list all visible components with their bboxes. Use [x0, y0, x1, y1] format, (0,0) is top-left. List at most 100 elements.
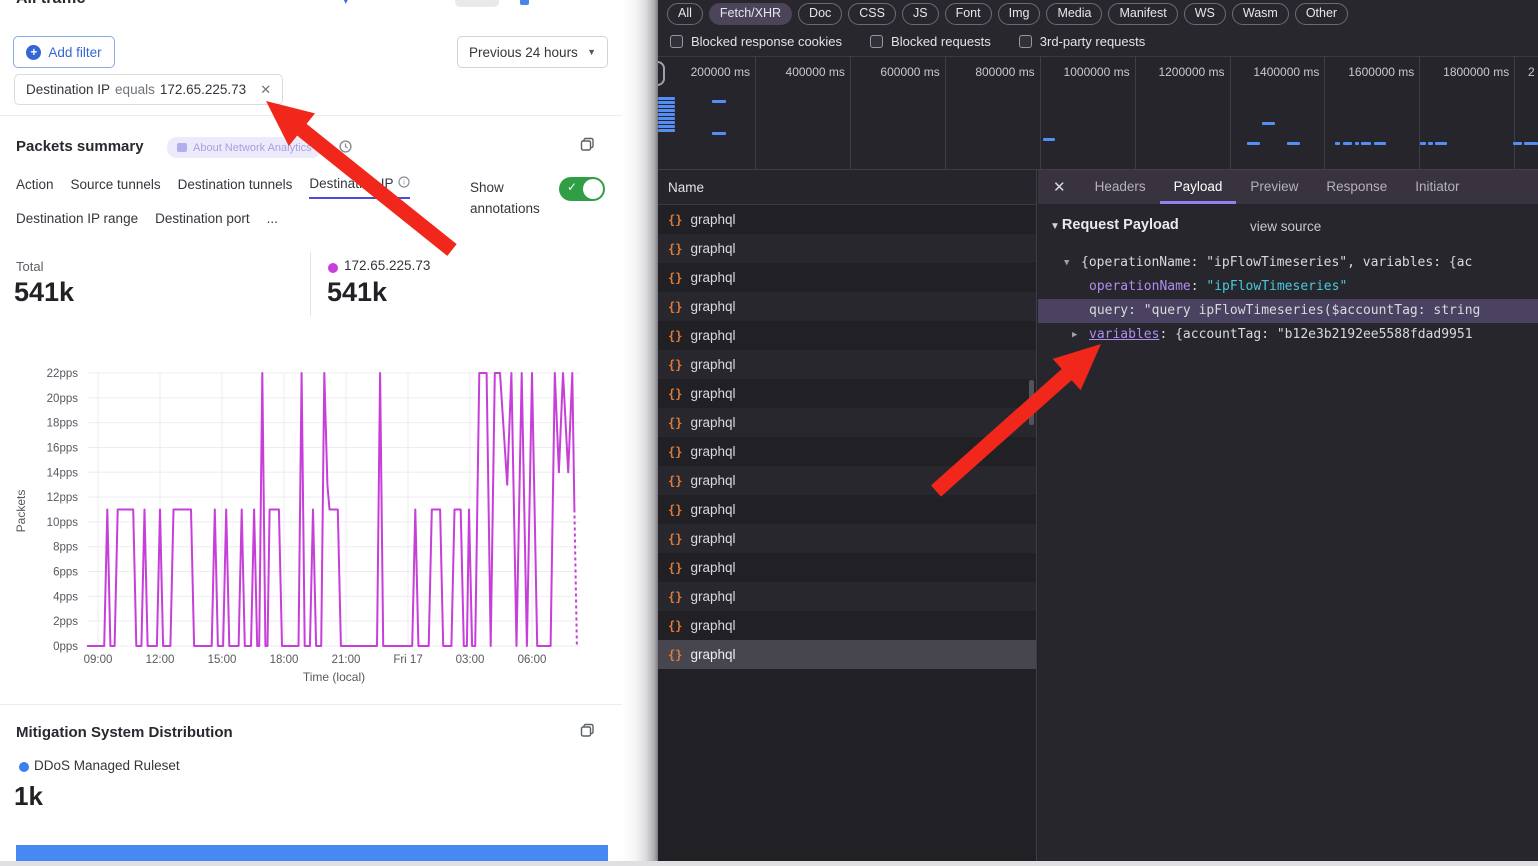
filter-pill-ws[interactable]: WS [1184, 3, 1226, 25]
svg-text:16pps: 16pps [47, 442, 79, 454]
total-label: Total [16, 259, 43, 274]
request-payload-header[interactable]: ▼Request Payload [1050, 217, 1179, 233]
filter-pill-css[interactable]: CSS [848, 3, 896, 25]
filter-pill-js[interactable]: JS [902, 3, 939, 25]
detail-tab-initiator[interactable]: Initiator [1401, 170, 1473, 204]
filter-pill-wasm[interactable]: Wasm [1232, 3, 1289, 25]
filter-pill-all[interactable]: All [667, 3, 703, 25]
show-annotations-toggle[interactable]: ✓ [559, 177, 605, 201]
request-row[interactable]: {}graphql [658, 205, 1036, 234]
svg-text:Fri 17: Fri 17 [393, 654, 422, 666]
filter-pill-img[interactable]: Img [998, 3, 1041, 25]
checkbox-3rd-party-requests[interactable]: 3rd-party requests [1019, 34, 1146, 49]
request-row[interactable]: {}graphql [658, 524, 1036, 553]
tab-action[interactable]: Action [16, 176, 54, 199]
request-timing-bar [1287, 142, 1300, 145]
detail-tab-response[interactable]: Response [1312, 170, 1401, 204]
request-timing-bar [658, 105, 675, 108]
svg-text:12:00: 12:00 [146, 654, 175, 666]
network-timeline-overview[interactable]: 200000 ms400000 ms600000 ms800000 ms1000… [658, 57, 1538, 170]
request-row[interactable]: {}graphql [658, 553, 1036, 582]
tab-destination-port[interactable]: Destination port [155, 211, 250, 232]
legend-dot [19, 762, 29, 772]
tab-label: Destination tunnels [178, 177, 293, 192]
filter-pill-media[interactable]: Media [1046, 3, 1102, 25]
request-name: graphql [690, 473, 735, 488]
json-braces-icon: {} [668, 474, 682, 488]
divider [310, 252, 311, 316]
series-dot [328, 263, 338, 273]
request-timing-bar [1247, 142, 1260, 145]
about-network-analytics-badge[interactable]: About Network Analytics [167, 137, 322, 158]
request-timing-bar [658, 101, 675, 104]
request-row[interactable]: {}graphql [658, 408, 1036, 437]
request-list-column: Name {}graphql{}graphql{}graphql{}graphq… [658, 170, 1037, 861]
devtools-panel: All Fetch/XHR Doc CSS JS Font ImgMedia Manifest… [658, 0, 1538, 866]
request-type-filters: All Fetch/XHR Doc CSS JS Font ImgMedia Manifest… [667, 3, 1348, 25]
chevron-down-icon: ▾ [343, 0, 349, 7]
request-row[interactable]: {}graphql [658, 495, 1036, 524]
tab-destination-tunnels[interactable]: Destination tunnels [178, 176, 293, 199]
detail-tab-payload[interactable]: Payload [1160, 170, 1237, 204]
tab-source-tunnels[interactable]: Source tunnels [71, 176, 161, 199]
request-row[interactable]: {}graphql [658, 234, 1036, 263]
request-row[interactable]: {}graphql [658, 321, 1036, 350]
tab-label: Source tunnels [71, 177, 161, 192]
checkbox-blocked-response-cookies[interactable]: Blocked response cookies [670, 34, 842, 49]
expand-right-icon[interactable]: ▶ [1072, 323, 1077, 347]
payload-line[interactable]: query: "query ipFlowTimeseries($accountT… [1038, 299, 1538, 323]
request-row[interactable]: {} graphql [658, 466, 1036, 495]
tab-destination-ip[interactable]: Destination IPi [309, 176, 410, 199]
popout-icon[interactable] [580, 723, 595, 743]
expand-down-icon[interactable]: ▼ [1064, 251, 1069, 275]
request-row[interactable]: {}graphql [658, 263, 1036, 292]
detail-tab-headers[interactable]: Headers [1081, 170, 1160, 204]
timeline-label: 400000 ms [755, 65, 845, 79]
close-icon[interactable]: ✕ [1038, 170, 1081, 204]
network-body: Name {}graphql{}graphql{}graphql{}graphq… [658, 170, 1538, 861]
time-range-dropdown[interactable]: Previous 24 hours ▼ [457, 36, 608, 68]
request-payload-title: Request Payload [1062, 217, 1179, 233]
request-timing-bar [1262, 122, 1275, 125]
request-row[interactable]: {}graphql [658, 379, 1036, 408]
payload-line[interactable]: ▶variables: {accountTag: "b12e3b2192ee55… [1038, 323, 1538, 347]
detail-tab-preview[interactable]: Preview [1236, 170, 1312, 204]
close-icon[interactable]: ✕ [260, 82, 271, 98]
request-row[interactable]: {}graphql [658, 292, 1036, 321]
payload-line[interactable]: operationName: "ipFlowTimeseries" [1038, 275, 1538, 299]
request-name: graphql [690, 531, 735, 546]
checkbox-blocked-requests[interactable]: Blocked requests [870, 34, 991, 49]
popout-icon[interactable] [580, 137, 595, 157]
filter-pill-manifest[interactable]: Manifest [1108, 3, 1177, 25]
add-filter-button[interactable]: + Add filter [13, 36, 115, 68]
timeline-label: 1200000 ms [1135, 65, 1225, 79]
request-row[interactable]: {}graphql [658, 640, 1036, 669]
request-timing-bar [712, 100, 726, 103]
json-braces-icon: {} [668, 619, 682, 633]
filter-pill-fetch-xhr[interactable]: Fetch/XHR [709, 3, 792, 25]
svg-text:10pps: 10pps [47, 517, 79, 529]
request-name: graphql [690, 357, 735, 372]
tab--[interactable]: ... [267, 211, 278, 232]
filter-pill-doc[interactable]: Doc [798, 3, 842, 25]
filter-chip[interactable]: Destination IP equals 172.65.225.73 ✕ [14, 74, 283, 105]
request-row[interactable]: {}graphql [658, 611, 1036, 640]
series-label: 172.65.225.73 [344, 258, 430, 273]
request-row[interactable]: {}graphql [658, 350, 1036, 379]
scrollbar-thumb[interactable] [1029, 380, 1034, 425]
request-row[interactable]: {}graphql [658, 582, 1036, 611]
packets-timeseries-chart: 0pps2pps4pps6pps8pps10pps12pps14pps16pps… [0, 356, 622, 704]
json-braces-icon: {} [668, 300, 682, 314]
tab-label: Destination IP [309, 176, 393, 191]
timeline-label: 600000 ms [850, 65, 940, 79]
filter-pill-other[interactable]: Other [1295, 3, 1348, 25]
tab-label: Destination IP range [16, 211, 138, 226]
request-row[interactable]: {}graphql [658, 437, 1036, 466]
view-source-link[interactable]: view source [1250, 219, 1321, 234]
filter-pill-font[interactable]: Font [945, 3, 992, 25]
tab-destination-ip-range[interactable]: Destination IP range [16, 211, 138, 232]
name-column-header[interactable]: Name [658, 170, 1036, 205]
request-timing-bar [658, 109, 675, 112]
payload-line[interactable]: ▼{operationName: "ipFlowTimeseries", var… [1038, 251, 1538, 275]
mitigation-title: Mitigation System Distribution [16, 724, 233, 741]
